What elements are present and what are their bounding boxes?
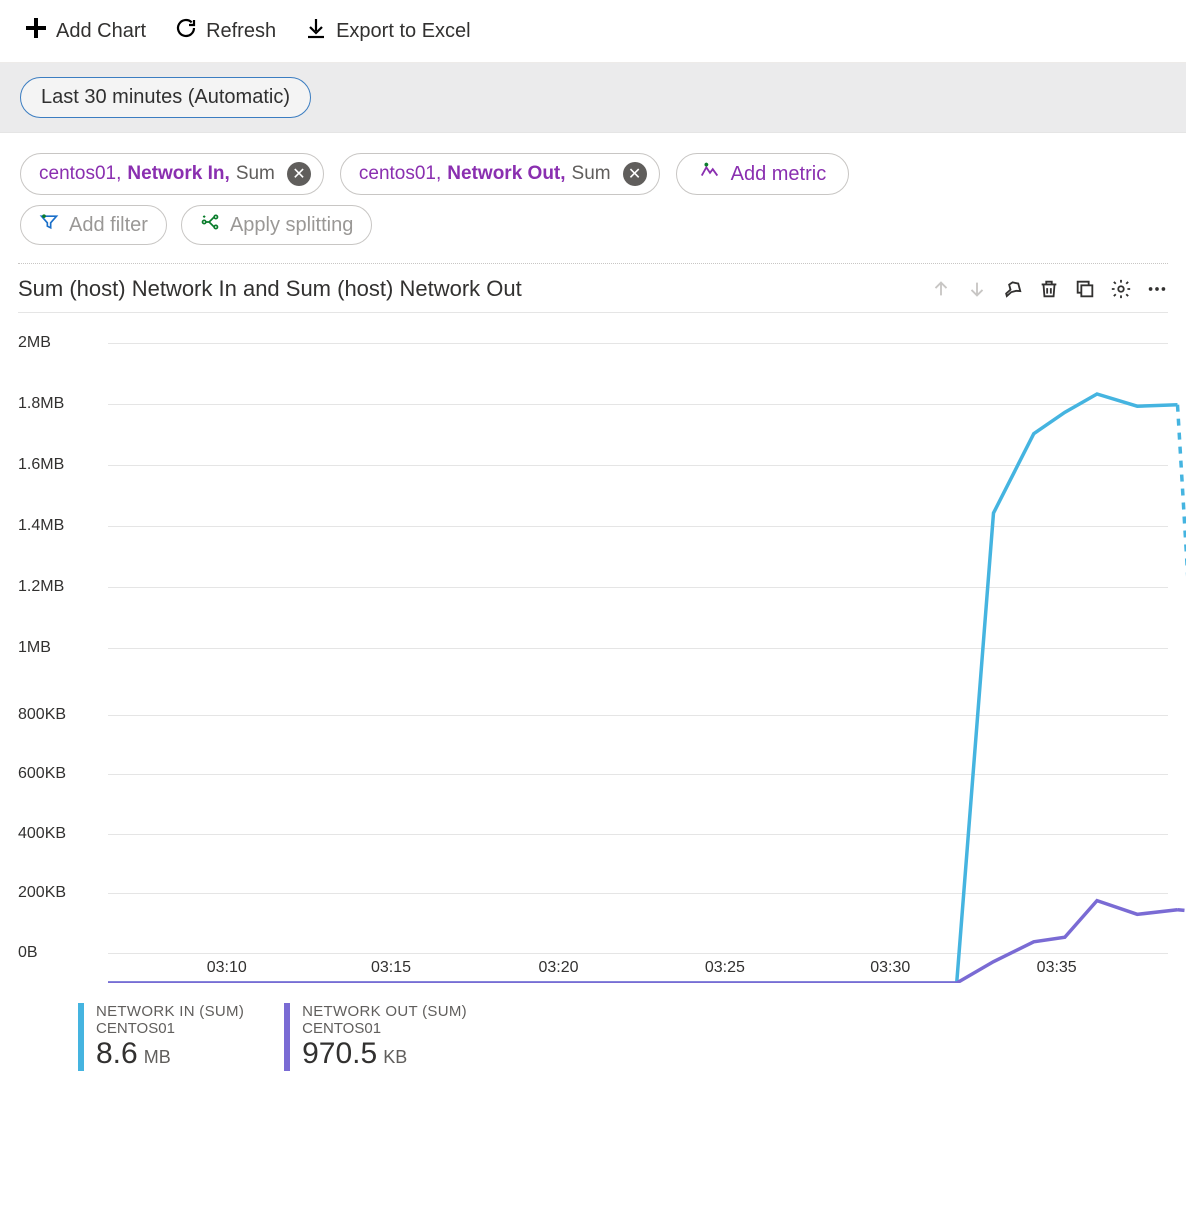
apply-splitting-button[interactable]: Apply splitting bbox=[181, 205, 372, 245]
metric-aggregation: Sum bbox=[572, 163, 611, 185]
add-filter-label: Add filter bbox=[69, 214, 148, 237]
add-chart-button[interactable]: Add Chart bbox=[24, 16, 146, 46]
chart-plot[interactable]: 03:10 03:15 03:20 03:25 03:30 03:35 0B 200KB 40… bbox=[18, 343, 1168, 983]
refresh-icon bbox=[174, 16, 198, 46]
filters-row: Add filter Apply splitting bbox=[0, 205, 1186, 263]
y-axis-tick: 2MB bbox=[18, 334, 100, 352]
legend-value: 8.6 bbox=[96, 1037, 138, 1071]
remove-metric-icon[interactable]: ✕ bbox=[623, 162, 647, 186]
chart-legend: NETWORK IN (SUM) CENTOS01 8.6 MB NETWORK… bbox=[18, 983, 1168, 1071]
more-icon[interactable] bbox=[1146, 278, 1168, 300]
y-axis-tick: 1.6MB bbox=[18, 456, 100, 474]
y-axis-tick: 800KB bbox=[18, 706, 100, 724]
x-axis-tick: 03:35 bbox=[1037, 959, 1077, 977]
add-filter-button[interactable]: Add filter bbox=[20, 205, 167, 245]
add-metric-label: Add metric bbox=[731, 163, 827, 186]
top-toolbar: Add Chart Refresh Export to Excel bbox=[0, 0, 1186, 63]
y-axis-tick: 1.8MB bbox=[18, 395, 100, 413]
y-axis-tick: 400KB bbox=[18, 825, 100, 843]
plus-icon bbox=[24, 16, 48, 46]
timerange-label: Last 30 minutes (Automatic) bbox=[41, 86, 290, 108]
y-axis-tick: 1MB bbox=[18, 639, 100, 657]
export-label: Export to Excel bbox=[336, 20, 471, 43]
apply-splitting-label: Apply splitting bbox=[230, 214, 353, 237]
legend-value: 970.5 bbox=[302, 1037, 377, 1071]
metric-resource: centos01, bbox=[39, 163, 121, 185]
x-axis-tick: 03:15 bbox=[371, 959, 411, 977]
legend-unit: MB bbox=[144, 1047, 171, 1068]
y-axis-tick: 1.2MB bbox=[18, 578, 100, 596]
legend-color-swatch bbox=[284, 1003, 290, 1071]
x-axis-tick: 03:20 bbox=[538, 959, 578, 977]
timerange-selector[interactable]: Last 30 minutes (Automatic) bbox=[20, 77, 311, 118]
chart-actions bbox=[930, 278, 1168, 300]
remove-metric-icon[interactable]: ✕ bbox=[287, 162, 311, 186]
chart-title: Sum (host) Network In and Sum (host) Net… bbox=[18, 276, 522, 302]
refresh-button[interactable]: Refresh bbox=[174, 16, 276, 46]
metric-name: Network In, bbox=[127, 163, 229, 185]
download-icon bbox=[304, 16, 328, 46]
legend-color-swatch bbox=[78, 1003, 84, 1071]
y-axis-tick: 200KB bbox=[18, 884, 100, 902]
gear-icon[interactable] bbox=[1110, 278, 1132, 300]
metric-name: Network Out, bbox=[447, 163, 565, 185]
legend-series-name: NETWORK IN (SUM) bbox=[96, 1003, 244, 1020]
legend-unit: KB bbox=[383, 1047, 407, 1068]
copy-icon[interactable] bbox=[1074, 278, 1096, 300]
legend-item-network-out[interactable]: NETWORK OUT (SUM) CENTOS01 970.5 KB bbox=[284, 1003, 467, 1071]
move-down-icon[interactable] bbox=[966, 278, 988, 300]
export-button[interactable]: Export to Excel bbox=[304, 16, 471, 46]
legend-item-network-in[interactable]: NETWORK IN (SUM) CENTOS01 8.6 MB bbox=[78, 1003, 244, 1071]
metric-aggregation: Sum bbox=[236, 163, 275, 185]
split-icon bbox=[200, 212, 220, 238]
metrics-row: centos01, Network In, Sum ✕ centos01, Ne… bbox=[0, 133, 1186, 205]
y-axis-tick: 1.4MB bbox=[18, 517, 100, 535]
filter-icon bbox=[39, 212, 59, 238]
add-metric-icon bbox=[699, 160, 721, 188]
y-axis-tick: 0B bbox=[18, 944, 100, 962]
refresh-label: Refresh bbox=[206, 20, 276, 43]
add-metric-button[interactable]: Add metric bbox=[676, 153, 850, 195]
add-chart-label: Add Chart bbox=[56, 20, 146, 43]
timerange-bar: Last 30 minutes (Automatic) bbox=[0, 63, 1186, 133]
x-axis-tick: 03:10 bbox=[207, 959, 247, 977]
legend-series-source: CENTOS01 bbox=[96, 1020, 244, 1037]
metric-pill-network-out[interactable]: centos01, Network Out, Sum ✕ bbox=[340, 153, 660, 195]
x-axis-tick: 03:30 bbox=[870, 959, 910, 977]
chart-panel: Sum (host) Network In and Sum (host) Net… bbox=[0, 263, 1186, 1071]
trash-icon[interactable] bbox=[1038, 278, 1060, 300]
legend-series-source: CENTOS01 bbox=[302, 1020, 467, 1037]
move-up-icon[interactable] bbox=[930, 278, 952, 300]
metric-resource: centos01, bbox=[359, 163, 441, 185]
x-axis-tick: 03:25 bbox=[705, 959, 745, 977]
chart-header: Sum (host) Network In and Sum (host) Net… bbox=[18, 270, 1168, 313]
legend-series-name: NETWORK OUT (SUM) bbox=[302, 1003, 467, 1020]
y-axis-tick: 600KB bbox=[18, 765, 100, 783]
metric-pill-network-in[interactable]: centos01, Network In, Sum ✕ bbox=[20, 153, 324, 195]
pin-icon[interactable] bbox=[1002, 278, 1024, 300]
